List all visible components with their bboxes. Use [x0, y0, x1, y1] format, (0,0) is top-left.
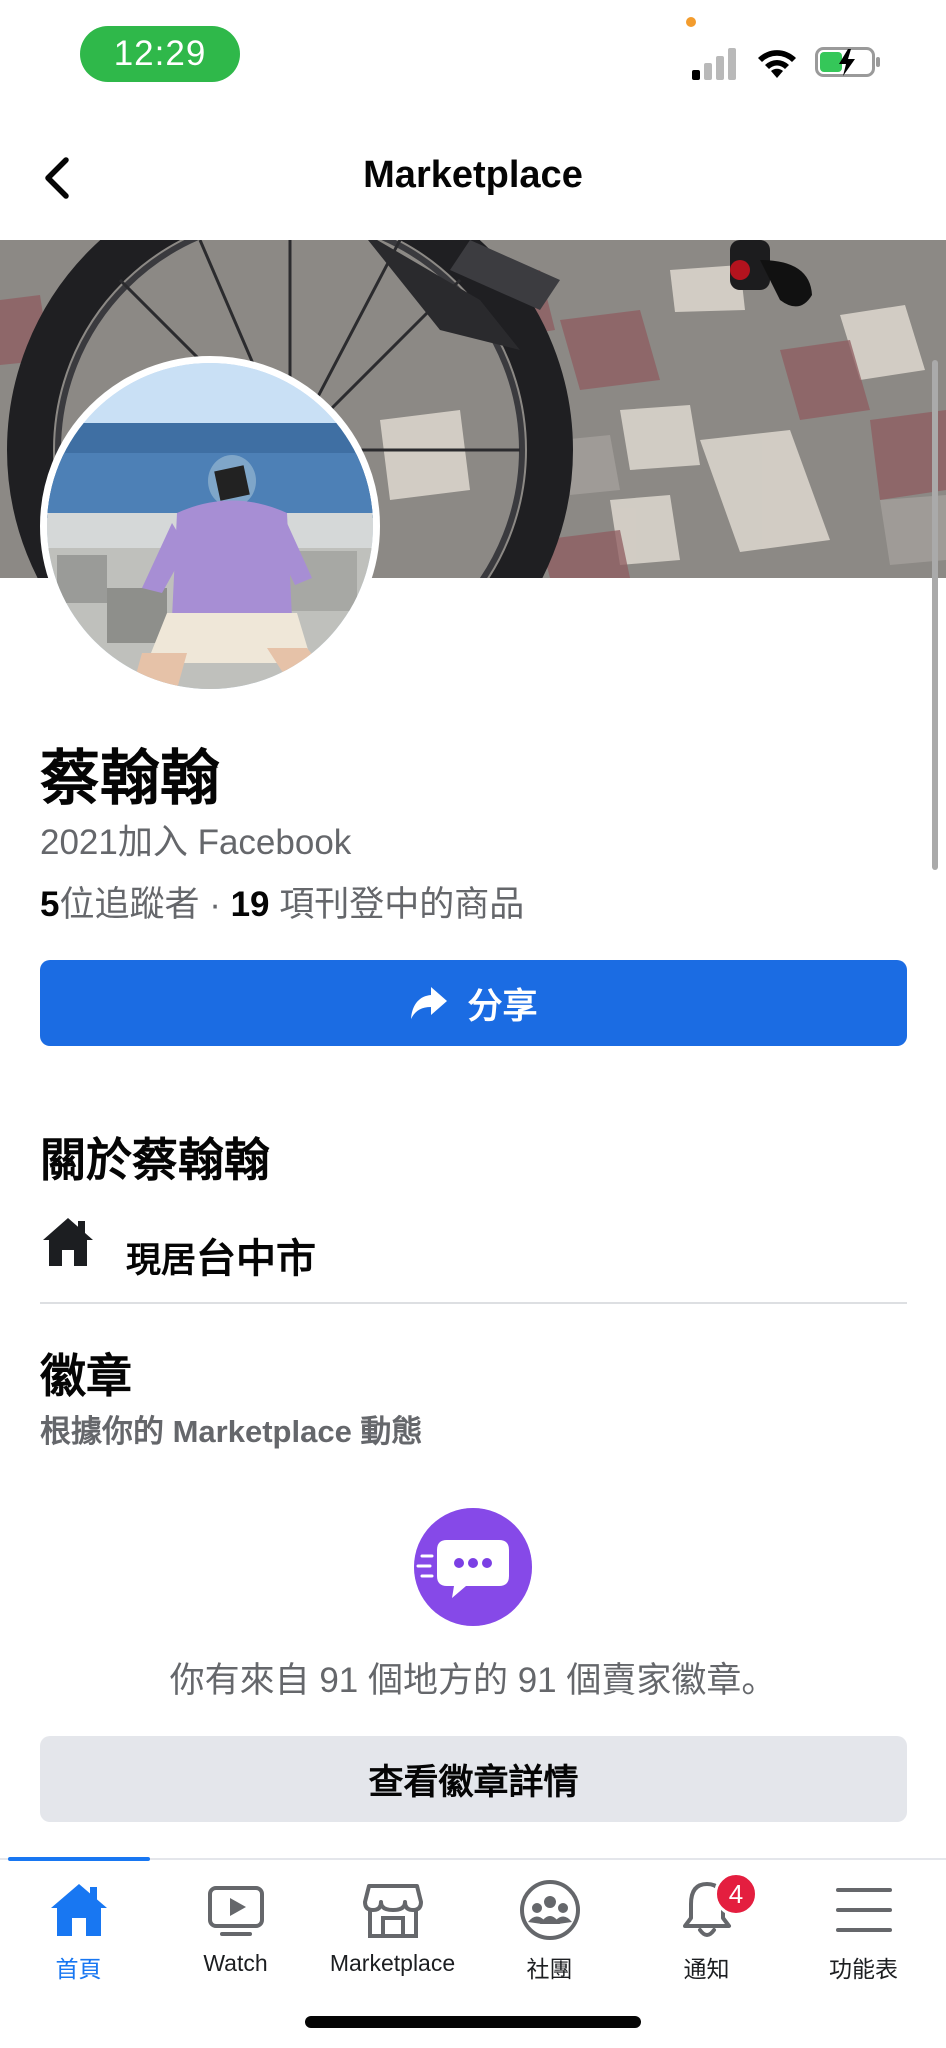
- nav-header: Marketplace: [0, 130, 946, 226]
- avatar-image: [47, 363, 373, 689]
- wifi-icon: [758, 50, 796, 78]
- joined-date: 2021加入 Facebook: [40, 823, 352, 862]
- tab-watch[interactable]: Watch: [157, 1878, 314, 1998]
- watch-icon: [207, 1886, 264, 1936]
- profile-name: 蔡翰翰: [40, 744, 220, 814]
- profile-stats: 5位追蹤者 · 19 項刊登中的商品: [40, 876, 524, 927]
- current-city-prefix: 現居: [126, 1241, 197, 1280]
- badge-summary: 你有來自 91 個地方的 91 個賣家徽章。: [169, 1661, 777, 1700]
- listings-label[interactable]: 項刊登中的商品: [270, 885, 524, 924]
- scrollbar[interactable]: [932, 360, 938, 870]
- tab-home[interactable]: 首頁: [0, 1878, 157, 1998]
- home-indicator[interactable]: [305, 2016, 641, 2028]
- current-city: 現居台中市: [126, 1226, 316, 1284]
- followers-label[interactable]: 位追蹤者: [59, 885, 199, 924]
- tab-groups-label: 社團: [526, 1956, 573, 1982]
- groups-icon: [519, 1880, 580, 1940]
- share-arrow-icon: [411, 987, 448, 1019]
- view-badge-details-button[interactable]: 查看徽章詳情: [40, 1736, 907, 1822]
- share-button-label: 分享: [467, 986, 538, 1026]
- current-city-name: 台中市: [196, 1237, 317, 1281]
- tab-groups[interactable]: 社團: [471, 1878, 628, 1998]
- page-title: Marketplace: [363, 154, 583, 196]
- status-time: 12:29: [80, 26, 240, 82]
- battery-charging-icon: [815, 47, 880, 77]
- menu-icon: [835, 1888, 892, 1932]
- notification-count-badge: 4: [714, 1872, 758, 1916]
- listings-count: 19: [230, 885, 270, 924]
- home-icon: [43, 1218, 93, 1266]
- tab-menu[interactable]: 功能表: [785, 1878, 942, 1998]
- section-divider: [40, 1302, 907, 1304]
- tab-watch-label: Watch: [203, 1950, 268, 1976]
- badges-subtitle: 根據你的 Marketplace 動態: [40, 1414, 423, 1449]
- tab-home-label: 首頁: [55, 1956, 102, 1982]
- signal-icon: [692, 48, 736, 80]
- tab-notifications-label: 通知: [683, 1956, 730, 1982]
- share-button[interactable]: 分享: [40, 960, 907, 1046]
- tab-menu-label: 功能表: [829, 1956, 898, 1982]
- tab-notifications[interactable]: 4 通知: [628, 1872, 785, 1998]
- followers-count: 5: [40, 885, 60, 924]
- marketplace-icon: [362, 1884, 423, 1938]
- profile-avatar[interactable]: [40, 356, 380, 696]
- tab-marketplace[interactable]: Marketplace: [314, 1878, 471, 1998]
- active-tab-indicator: [8, 1857, 150, 1861]
- badges-section-title: 徽章: [40, 1349, 132, 1403]
- tab-marketplace-label: Marketplace: [329, 1950, 456, 1976]
- chat-badge-icon: [414, 1508, 532, 1626]
- about-section-title: 關於蔡翰翰: [40, 1133, 270, 1187]
- privacy-indicator-dot: [686, 17, 696, 27]
- home-icon: [50, 1884, 107, 1936]
- status-bar: 12:29: [0, 0, 946, 110]
- stats-separator: ·: [199, 885, 231, 924]
